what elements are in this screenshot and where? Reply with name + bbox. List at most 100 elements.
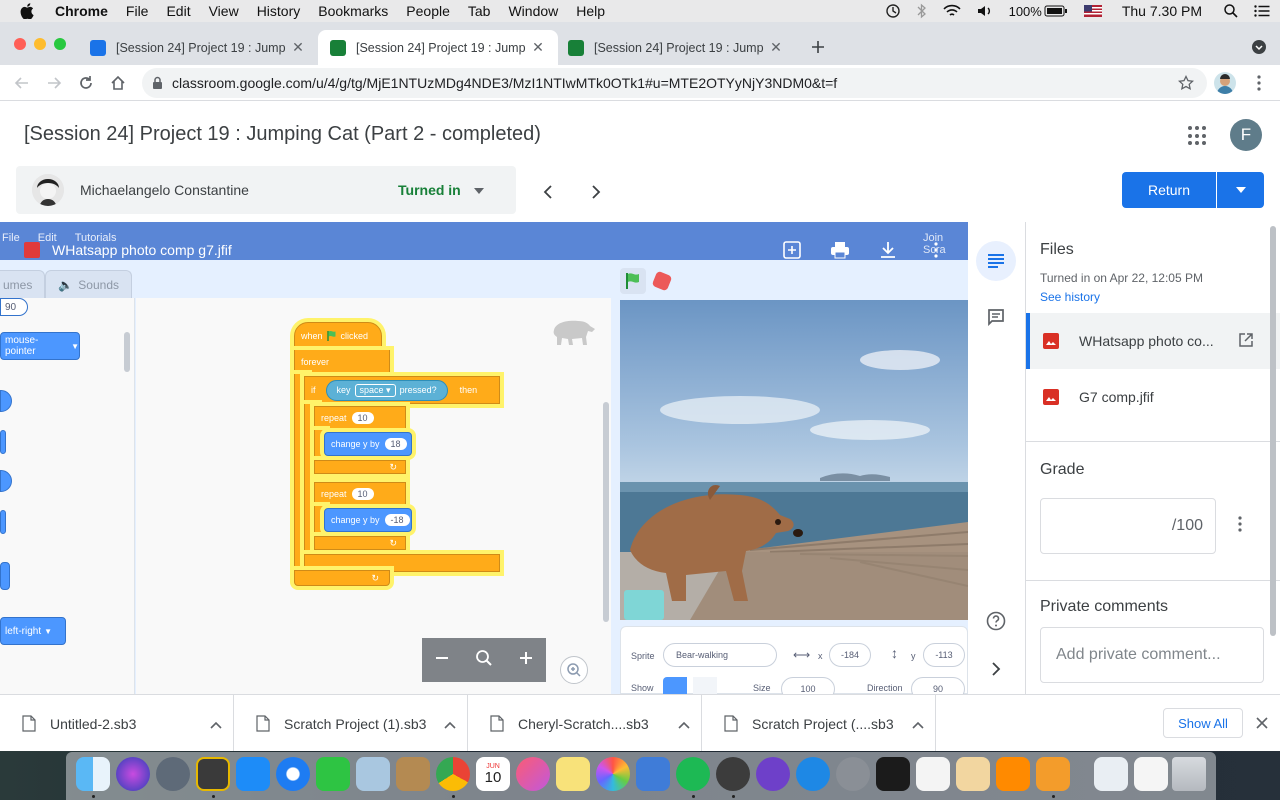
menu-bookmarks[interactable]: Bookmarks (318, 3, 388, 19)
back-arrow-icon[interactable] (11, 72, 33, 94)
browser-tab-1[interactable]: [Session 24] Project 19 : Jump ✕ (78, 30, 318, 65)
spotify-icon[interactable] (676, 757, 710, 791)
bluetooth-icon[interactable] (917, 3, 927, 19)
private-comment-input[interactable]: Add private comment... (1040, 627, 1264, 683)
next-student-chevron-icon[interactable] (584, 180, 608, 204)
tab-search-chevron-icon[interactable] (1248, 36, 1270, 58)
dropdown-caret-icon[interactable] (474, 181, 484, 199)
apple-logo-icon[interactable] (17, 1, 37, 21)
file-document-icon[interactable] (1134, 757, 1168, 791)
preview-app-icon[interactable] (356, 757, 390, 791)
keynote-icon[interactable] (636, 757, 670, 791)
window-close-button[interactable] (14, 38, 26, 50)
menu-file[interactable]: File (126, 3, 149, 19)
open-in-new-icon[interactable] (1239, 332, 1253, 350)
google-apps-icon[interactable] (1188, 126, 1208, 146)
menu-app-name[interactable]: Chrome (55, 3, 108, 19)
zoom-in-icon[interactable] (518, 650, 534, 671)
system-preferences-gear-icon[interactable] (836, 757, 870, 791)
menu-tab[interactable]: Tab (468, 3, 491, 19)
menu-help[interactable]: Help (576, 3, 605, 19)
close-downloads-icon[interactable] (1252, 713, 1272, 733)
sublime-text-icon[interactable] (996, 757, 1030, 791)
bootstrap-studio-icon[interactable] (1036, 757, 1070, 791)
return-button[interactable]: Return (1122, 172, 1216, 208)
grade-more-options-icon[interactable] (1238, 516, 1242, 537)
menu-window[interactable]: Window (508, 3, 558, 19)
browser-tab-3[interactable]: [Session 24] Project 19 : Jump ✕ (556, 30, 796, 65)
app-store-icon[interactable] (236, 757, 270, 791)
reload-icon[interactable] (75, 72, 97, 94)
facetime-icon[interactable] (316, 757, 350, 791)
help-icon[interactable] (976, 601, 1016, 641)
account-avatar[interactable]: F (1230, 119, 1262, 151)
menu-edit[interactable]: Edit (166, 3, 190, 19)
calendar-icon[interactable]: JUN 10 (476, 757, 510, 791)
download-item-2[interactable]: Scratch Project (1).sb3 (234, 695, 468, 752)
address-bar[interactable]: classroom.google.com/u/4/g/tg/MjE1NTUzMD… (142, 68, 1207, 98)
notification-center-icon[interactable] (1254, 5, 1270, 17)
wifi-icon[interactable] (943, 4, 961, 18)
tab-close-icon[interactable]: ✕ (530, 39, 546, 56)
forward-arrow-icon[interactable] (43, 72, 65, 94)
home-icon[interactable] (107, 72, 129, 94)
lock-icon[interactable] (152, 76, 163, 93)
chevron-up-icon[interactable] (912, 716, 924, 732)
pages-icon[interactable] (956, 757, 990, 791)
zoom-reset-icon[interactable] (475, 649, 493, 672)
download-item-4[interactable]: Scratch Project (....sb3 (702, 695, 936, 752)
student-selector[interactable]: Michaelangelo Constantine Turned in (16, 166, 516, 214)
download-item-1[interactable]: Untitled-2.sb3 (0, 695, 234, 752)
attachment-file-2[interactable]: G7 comp.jfif (1026, 369, 1280, 425)
battery-icon[interactable] (1044, 5, 1068, 17)
chevron-up-icon[interactable] (678, 716, 690, 732)
attachment-file-1[interactable]: WHatsapp photo co... (1026, 313, 1280, 369)
chrome-menu-icon[interactable] (1248, 72, 1270, 94)
download-icon[interactable] (877, 239, 899, 261)
trash-icon[interactable] (1172, 757, 1206, 791)
files-panel-icon[interactable] (976, 241, 1016, 281)
browser-tab-2-active[interactable]: [Session 24] Project 19 : Jump ✕ (318, 30, 558, 65)
numbers-chart-icon[interactable] (916, 757, 950, 791)
expand-panel-chevron-icon[interactable] (976, 649, 1016, 689)
tab-close-icon[interactable]: ✕ (768, 39, 784, 56)
download-item-3[interactable]: Cheryl-Scratch....sb3 (468, 695, 702, 752)
file-document-icon[interactable] (1094, 757, 1128, 791)
menubar-clock[interactable]: Thu 7.30 PM (1122, 3, 1202, 19)
return-options-button[interactable] (1217, 172, 1264, 208)
time-machine-icon[interactable] (885, 3, 901, 19)
chrome-icon[interactable] (436, 757, 470, 791)
chevron-up-icon[interactable] (210, 716, 222, 732)
add-to-drive-icon[interactable] (781, 239, 803, 261)
notes-icon[interactable] (556, 757, 590, 791)
window-minimize-button[interactable] (34, 38, 46, 50)
photos-icon[interactable] (596, 757, 630, 791)
window-zoom-button[interactable] (54, 38, 66, 50)
terminal-icon[interactable] (876, 757, 910, 791)
menu-people[interactable]: People (406, 3, 450, 19)
previous-student-chevron-icon[interactable] (536, 180, 560, 204)
contacts-icon[interactable] (396, 757, 430, 791)
grade-input[interactable]: /100 (1040, 498, 1216, 554)
onedrive-cloud-icon[interactable] (796, 757, 830, 791)
siri-icon[interactable] (116, 757, 150, 791)
new-tab-plus-icon[interactable] (807, 36, 829, 58)
panel-scrollbar[interactable] (1270, 226, 1276, 636)
tab-close-icon[interactable]: ✕ (290, 39, 306, 56)
chevron-up-icon[interactable] (444, 716, 456, 732)
menu-history[interactable]: History (257, 3, 301, 19)
comments-panel-icon[interactable] (976, 297, 1016, 337)
activity-app-icon[interactable] (196, 757, 230, 791)
print-icon[interactable] (829, 239, 851, 261)
bookmark-star-icon[interactable] (1175, 72, 1197, 94)
us-flag-icon[interactable] (1083, 5, 1102, 17)
spotlight-search-icon[interactable] (1224, 4, 1238, 18)
show-all-downloads-button[interactable]: Show All (1163, 708, 1243, 738)
menu-view[interactable]: View (209, 3, 239, 19)
zoom-out-icon[interactable] (434, 650, 450, 671)
music-icon[interactable] (516, 757, 550, 791)
safari-icon[interactable] (276, 757, 310, 791)
profile-avatar[interactable] (1214, 72, 1236, 94)
launchpad-rocket-icon[interactable] (156, 757, 190, 791)
finder-icon[interactable] (76, 757, 110, 791)
